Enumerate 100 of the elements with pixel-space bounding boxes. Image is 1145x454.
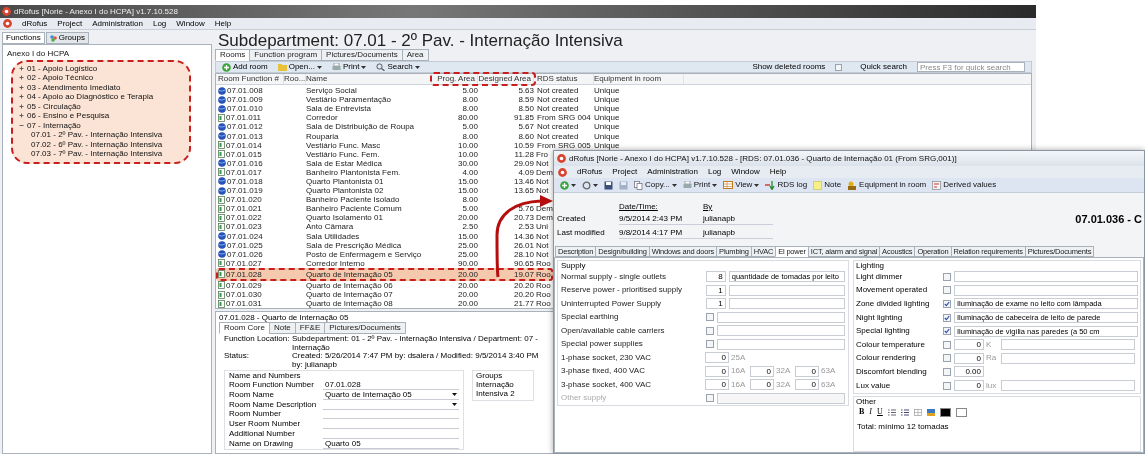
table-row[interactable]: 07.01.030 Quarto de Internação 07 20.00 20.20 Roo bbox=[216, 289, 553, 300]
format-button[interactable]: U bbox=[877, 406, 883, 419]
toolbar-button[interactable]: RDS log bbox=[765, 179, 808, 191]
toolbar-button[interactable] bbox=[604, 180, 613, 190]
menu-item[interactable]: dRofus bbox=[22, 17, 48, 30]
number-field[interactable]: 0 bbox=[750, 365, 774, 377]
tab[interactable]: Area bbox=[401, 49, 429, 61]
tree-item[interactable]: 05 - Circulação bbox=[27, 101, 81, 111]
table-row[interactable]: 07.01.017 Banheiro Plantonista Fem. 4.00 4.09 Dem bbox=[216, 167, 555, 177]
color-picker[interactable] bbox=[955, 407, 967, 417]
toolbar-button[interactable]: Note bbox=[813, 179, 842, 191]
table-row[interactable]: 07.01.013 Rouparia 8.00 8.60 Not created Unique bbox=[216, 131, 686, 141]
expand-icon[interactable] bbox=[19, 94, 24, 100]
number-field[interactable]: 0 bbox=[795, 365, 819, 377]
table-row[interactable]: 07.01.027 Corredor Interno 90.00 90.65 Roo bbox=[216, 258, 553, 268]
input-field[interactable] bbox=[1001, 380, 1135, 392]
menu-item[interactable]: Window bbox=[176, 17, 205, 30]
expand-icon[interactable] bbox=[19, 65, 24, 71]
table-row[interactable]: 07.01.010 Sala de Entrevista 8.00 8.50 Not created Unique bbox=[216, 104, 686, 114]
column-header[interactable]: Equipment in room bbox=[594, 74, 684, 84]
checkbox[interactable] bbox=[706, 313, 714, 322]
checkbox[interactable] bbox=[943, 327, 951, 336]
expand-icon[interactable] bbox=[19, 103, 24, 109]
search-field[interactable]: Press F3 for quick search bbox=[917, 62, 1025, 72]
tree-item[interactable]: 07.01 - 2º Pav. - Internação Intensiva bbox=[31, 130, 163, 140]
toolbar-button[interactable]: Copy... bbox=[634, 179, 677, 191]
table-row[interactable]: 07.01.025 Sala de Prescrição Médica 25.00 26.01 Not bbox=[216, 240, 551, 250]
input-field[interactable] bbox=[954, 271, 1138, 283]
table-row[interactable]: 07.01.015 Vestiário Func. Fem. 10.00 11.28 Fro bbox=[216, 149, 550, 159]
toolbar-button[interactable]: Open... bbox=[277, 61, 322, 73]
collapse-icon[interactable] bbox=[19, 122, 24, 128]
input-field[interactable]: 07.01.028 bbox=[323, 379, 459, 390]
table-row[interactable]: 07.01.023 Anto Câmara 2.50 2.53 Uni bbox=[216, 222, 550, 232]
table-row[interactable]: 07.01.012 Sala de Distribuição de Roupa 5.00 5.67 Not created Unique bbox=[216, 122, 686, 132]
menu-item[interactable]: Project bbox=[57, 17, 83, 30]
checkbox[interactable] bbox=[706, 340, 714, 349]
input-field[interactable] bbox=[1001, 352, 1135, 364]
table-row[interactable]: 07.01.019 Quarto Plantonista 02 15.00 13.65 Not bbox=[216, 186, 551, 196]
toolbar-button[interactable]: Equipment in room bbox=[847, 179, 927, 191]
table-row[interactable]: 07.01.020 Banheiro Paciente Isolado 8.00 bbox=[216, 195, 536, 205]
tab[interactable]: Functions bbox=[2, 32, 45, 44]
tab[interactable]: Room Core bbox=[219, 322, 270, 334]
toolbar-button[interactable]: Print bbox=[331, 61, 367, 73]
table-row[interactable]: 07.01.024 Sala Utilidades 15.00 14.36 Not bbox=[216, 231, 551, 241]
image-icon[interactable] bbox=[926, 408, 935, 416]
checkbox[interactable] bbox=[835, 63, 843, 71]
input-field[interactable] bbox=[717, 325, 845, 337]
checkbox[interactable] bbox=[943, 354, 951, 363]
tree-item[interactable]: Anexo I do HCPA bbox=[7, 49, 70, 59]
toolbar-button[interactable] bbox=[560, 180, 576, 190]
checkbox[interactable] bbox=[943, 300, 951, 308]
tree-item[interactable]: 01 - Apoio Logístico bbox=[27, 63, 98, 73]
color-picker[interactable] bbox=[939, 407, 951, 417]
tree-item[interactable]: 07.03 - 7º Pav. - Internação Intensiva bbox=[31, 149, 163, 159]
input-field[interactable] bbox=[717, 338, 845, 350]
number-field[interactable]: 0 bbox=[954, 352, 984, 364]
number-field[interactable]: 0 bbox=[954, 380, 984, 392]
tab[interactable]: Function program bbox=[249, 49, 323, 61]
menu-item[interactable]: dRofus bbox=[577, 166, 603, 178]
number-field[interactable]: 8 bbox=[706, 271, 726, 283]
tree-item[interactable]: 04 - Apoio ao Diagnóstico e Terapia bbox=[27, 92, 154, 102]
table-row[interactable]: 07.01.014 Vestiário Func. Masc 10.00 10.59 From SRG 005 Unique bbox=[216, 140, 686, 150]
tree-item[interactable]: 07 - Internação bbox=[27, 120, 81, 130]
menu-item[interactable]: Window bbox=[731, 166, 760, 178]
table-row[interactable]: 07.01.031 Quarto de Internação 08 20.00 21.77 Roo bbox=[216, 299, 553, 309]
tab[interactable]: Rooms bbox=[215, 49, 251, 61]
number-field[interactable]: 1 bbox=[706, 284, 726, 296]
menu-item[interactable]: Log bbox=[707, 166, 722, 178]
tab[interactable]: Groups bbox=[45, 32, 89, 44]
table-row[interactable]: 07.01.029 Quarto de Internação 06 20.00 20.20 Roo bbox=[216, 280, 553, 290]
input-field[interactable] bbox=[954, 284, 1138, 296]
number-field[interactable]: 0 bbox=[750, 379, 774, 391]
table-row[interactable]: 07.01.011 Corredor 80.00 91.85 From SRG 004 Unique bbox=[216, 113, 686, 123]
table-row[interactable]: 07.01.016 Sala de Estar Médica 30.00 29.09 Not bbox=[216, 158, 551, 168]
number-field[interactable]: 0.00 bbox=[954, 366, 984, 378]
checkbox[interactable] bbox=[706, 326, 714, 335]
checkbox[interactable] bbox=[943, 313, 951, 322]
toolbar-button[interactable]: View bbox=[723, 179, 760, 191]
number-field[interactable]: 0 bbox=[705, 365, 729, 377]
menu-item[interactable]: Help bbox=[769, 166, 787, 178]
expand-icon[interactable] bbox=[19, 75, 24, 81]
expand-icon[interactable] bbox=[19, 84, 24, 90]
bullet-list-icon[interactable] bbox=[887, 408, 896, 416]
toolbar-button[interactable]: Add room bbox=[222, 61, 268, 73]
input-field[interactable] bbox=[728, 284, 845, 296]
checkbox[interactable] bbox=[943, 286, 951, 295]
column-header[interactable]: Room Function # bbox=[218, 74, 284, 84]
menu-item[interactable]: Administration bbox=[92, 17, 143, 30]
input-field[interactable]: Quarto 05 bbox=[323, 438, 459, 449]
number-field[interactable]: 0 bbox=[795, 379, 819, 391]
tree-item[interactable]: 06 - Ensino e Pesquisa bbox=[27, 111, 110, 121]
table-row[interactable]: 07.01.008 Serviço Social 5.00 5.63 Not created Unique bbox=[216, 86, 686, 96]
column-header[interactable]: Designed Area bbox=[478, 74, 534, 84]
column-header[interactable]: Name bbox=[306, 74, 432, 84]
input-field[interactable] bbox=[717, 311, 845, 323]
tab[interactable]: Note bbox=[268, 322, 296, 334]
number-field[interactable]: 0 bbox=[954, 339, 984, 351]
tab[interactable]: Pictures/Documents bbox=[321, 49, 403, 61]
menu-item[interactable]: Administration bbox=[647, 166, 698, 178]
expand-icon[interactable] bbox=[19, 113, 24, 119]
